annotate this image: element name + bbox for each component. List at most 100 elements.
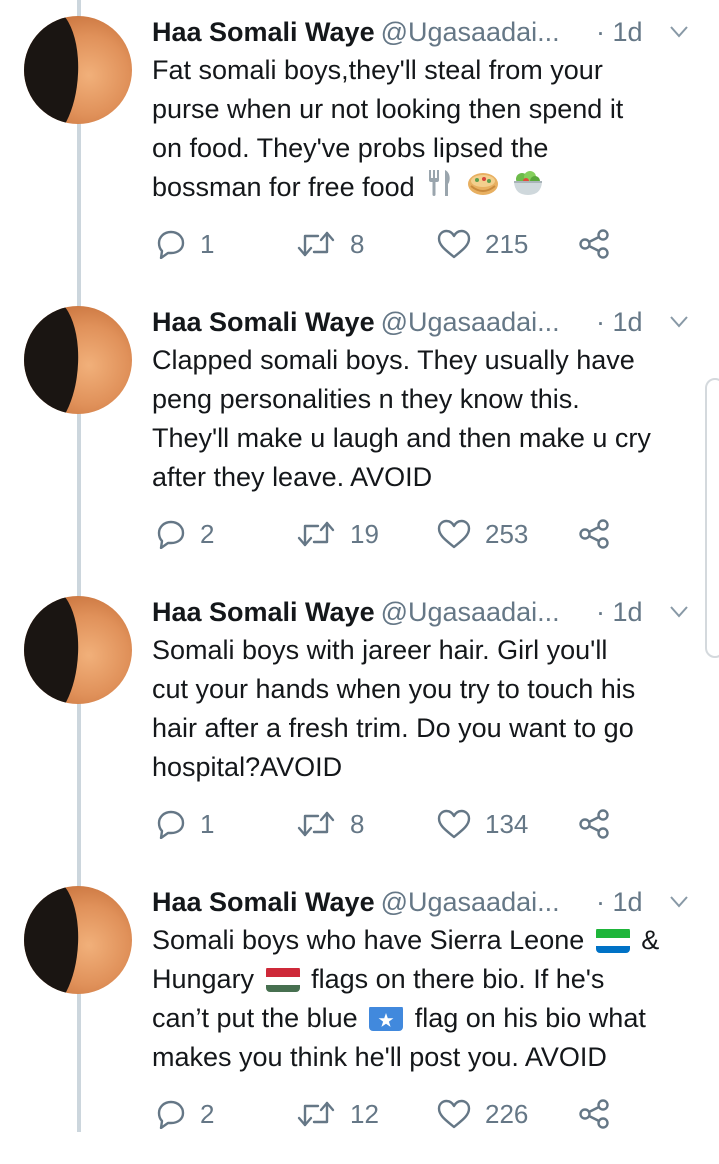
share-icon bbox=[579, 809, 609, 839]
display-name[interactable]: Haa Somali Waye bbox=[152, 887, 375, 917]
reply-count: 2 bbox=[200, 1098, 215, 1129]
tweet-text-segment: & bbox=[641, 925, 660, 955]
retweet-button[interactable]: 8 bbox=[296, 806, 364, 842]
chevron-down-icon[interactable] bbox=[670, 26, 688, 38]
share-icon bbox=[579, 1099, 609, 1129]
sierra-leone-flag-icon bbox=[595, 927, 630, 953]
reply-count: 2 bbox=[200, 518, 215, 549]
reply-button[interactable]: 2 bbox=[156, 516, 214, 552]
somalia-flag-icon bbox=[369, 1005, 404, 1031]
reply-icon bbox=[157, 810, 185, 839]
like-count: 226 bbox=[485, 1098, 529, 1129]
share-button[interactable] bbox=[578, 1096, 610, 1132]
tweet[interactable]: Haa Somali Waye @Ugasaadai... · 1d Somali… bbox=[0, 874, 719, 1164]
reply-icon bbox=[157, 1100, 185, 1129]
retweet-count: 8 bbox=[350, 808, 365, 839]
salad-emoji bbox=[511, 168, 545, 209]
tweet-text-line: Fat somali boys,they'll steal from your bbox=[152, 55, 603, 85]
retweet-icon bbox=[297, 811, 335, 837]
like-button[interactable]: 215 bbox=[437, 226, 528, 262]
avatar[interactable] bbox=[24, 886, 132, 994]
reply-count: 1 bbox=[200, 808, 215, 839]
tweet-text-segment: can’t put the blue bbox=[152, 1003, 358, 1033]
retweet-count: 19 bbox=[350, 518, 379, 549]
reply-count: 1 bbox=[200, 228, 215, 259]
reply-button[interactable]: 1 bbox=[156, 806, 214, 842]
retweet-button[interactable]: 8 bbox=[296, 226, 364, 262]
user-handle[interactable]: @Ugasaadai... bbox=[381, 887, 560, 917]
tweet-text: Somali boys who have Sierra Leone & Hung… bbox=[152, 921, 712, 1077]
retweet-icon bbox=[297, 1101, 335, 1127]
tweet[interactable]: Haa Somali Waye @Ugasaadai... · 1d Fat so… bbox=[0, 4, 719, 294]
tweet-header: Haa Somali Waye @Ugasaadai... · 1d bbox=[152, 304, 702, 340]
tweet-text-line: purse when ur not looking then spend it bbox=[152, 94, 624, 124]
display-name[interactable]: Haa Somali Waye bbox=[152, 597, 375, 627]
tweet-header: Haa Somali Waye @Ugasaadai... · 1d bbox=[152, 594, 702, 630]
tweet-text-line: makes you think he'll post you. AVOID bbox=[152, 1042, 607, 1072]
retweet-button[interactable]: 12 bbox=[296, 1096, 379, 1132]
like-button[interactable]: 226 bbox=[437, 1096, 528, 1132]
like-button[interactable]: 253 bbox=[437, 516, 528, 552]
user-handle[interactable]: @Ugasaadai... bbox=[381, 597, 560, 627]
tweet-text-line: hospital?AVOID bbox=[152, 752, 343, 782]
timestamp[interactable]: · 1d bbox=[596, 594, 643, 630]
like-count: 134 bbox=[485, 808, 529, 839]
share-button[interactable] bbox=[578, 806, 610, 842]
share-button[interactable] bbox=[578, 516, 610, 552]
heart-icon bbox=[437, 809, 471, 839]
heart-icon bbox=[437, 519, 471, 549]
tweet-text-line: Somali boys with jareer hair. Girl you'l… bbox=[152, 635, 608, 665]
like-count: 215 bbox=[485, 228, 529, 259]
share-button[interactable] bbox=[578, 226, 610, 262]
like-count: 253 bbox=[485, 518, 529, 549]
tweet-actions: 2 12 226 bbox=[152, 1096, 712, 1132]
chevron-down-icon[interactable] bbox=[670, 896, 688, 908]
chevron-down-icon[interactable] bbox=[670, 606, 688, 618]
user-handle[interactable]: @Ugasaadai... bbox=[381, 307, 560, 337]
retweet-button[interactable]: 19 bbox=[296, 516, 379, 552]
timestamp[interactable]: · 1d bbox=[596, 884, 643, 920]
tweet-text-segment: flags on there bio. If he's bbox=[311, 964, 605, 994]
avatar[interactable] bbox=[24, 16, 132, 124]
tweet-text-segment: Hungary bbox=[152, 964, 255, 994]
fork-and-knife-emoji bbox=[426, 168, 454, 209]
timestamp[interactable]: · 1d bbox=[596, 14, 643, 50]
tweet[interactable]: Haa Somali Waye @Ugasaadai... · 1d Somali… bbox=[0, 584, 719, 874]
tweet-text-segment: flag on his bio what bbox=[414, 1003, 646, 1033]
reply-icon bbox=[157, 230, 185, 259]
tweet-actions: 2 19 253 bbox=[152, 516, 712, 552]
tweet-text-line: peng personalities n they know this. bbox=[152, 384, 580, 414]
tweet-text: Somali boys with jareer hair. Girl you'l… bbox=[152, 631, 712, 787]
tweet-text-line: on food. They've probs lipsed the bbox=[152, 133, 549, 163]
tweet-text-line: bossman for free food bbox=[152, 172, 415, 202]
heart-icon bbox=[437, 1099, 471, 1129]
chevron-down-icon[interactable] bbox=[670, 316, 688, 328]
tweet-text-segment: Somali boys who have Sierra Leone bbox=[152, 925, 585, 955]
tweet-text: Fat somali boys,they'll steal from your … bbox=[152, 51, 712, 209]
retweet-count: 12 bbox=[350, 1098, 379, 1129]
reply-icon bbox=[157, 520, 185, 549]
tweet[interactable]: Haa Somali Waye @Ugasaadai... · 1d Clappe… bbox=[0, 294, 719, 584]
tweet-actions: 1 8 134 bbox=[152, 806, 712, 842]
timestamp[interactable]: · 1d bbox=[596, 304, 643, 340]
avatar[interactable] bbox=[24, 306, 132, 414]
tweet-actions: 1 8 215 bbox=[152, 226, 712, 262]
tweet-text-line: They'll make u laugh and then make u cry bbox=[152, 423, 651, 453]
retweet-icon bbox=[297, 231, 335, 257]
tweet-text-line: cut your hands when you try to touch his bbox=[152, 674, 636, 704]
tweet-text-line: Clapped somali boys. They usually have bbox=[152, 345, 635, 375]
reply-button[interactable]: 2 bbox=[156, 1096, 214, 1132]
share-icon bbox=[579, 519, 609, 549]
like-button[interactable]: 134 bbox=[437, 806, 528, 842]
reply-button[interactable]: 1 bbox=[156, 226, 214, 262]
avatar[interactable] bbox=[24, 596, 132, 704]
share-icon bbox=[579, 229, 609, 259]
heart-icon bbox=[437, 229, 471, 259]
tweet-text-line: hair after a fresh trim. Do you want to … bbox=[152, 713, 634, 743]
display-name[interactable]: Haa Somali Waye bbox=[152, 307, 375, 337]
hungary-flag-icon bbox=[265, 966, 300, 992]
display-name[interactable]: Haa Somali Waye bbox=[152, 17, 375, 47]
burrito-emoji bbox=[466, 168, 500, 209]
retweet-icon bbox=[297, 521, 335, 547]
user-handle[interactable]: @Ugasaadai... bbox=[381, 17, 560, 47]
